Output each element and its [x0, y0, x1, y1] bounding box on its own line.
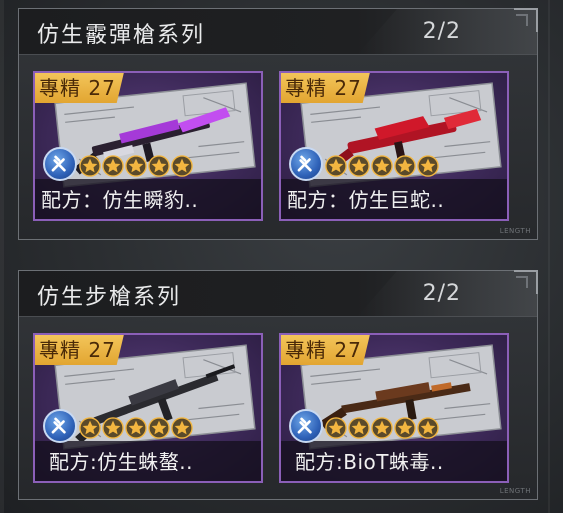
wrench-screwdriver-icon [289, 147, 323, 181]
star-icon [102, 155, 124, 177]
recipe-card[interactable]: 專精 27 配方:仿生蛛螯.. [33, 333, 263, 483]
wrench-screwdriver-icon [43, 409, 77, 443]
star-icon [371, 155, 393, 177]
star-icon [125, 155, 147, 177]
recipe-name: 配方:BioT蛛毒.. [295, 450, 444, 474]
recipe-name: 配方：仿生巨蛇.. [287, 188, 445, 212]
star-icon [171, 155, 193, 177]
star-icon [148, 155, 170, 177]
recipe-name: 配方：仿生瞬豹.. [41, 188, 199, 212]
star-rating [325, 417, 439, 439]
star-icon [325, 155, 347, 177]
panel-header: 仿生步槍系列 2/2 [19, 271, 537, 317]
shotgun-series-panel: 仿生霰彈槍系列 2/2 專精 27 配方：仿生瞬豹.. 專精 27 配方：仿生巨… [18, 8, 538, 240]
mastery-badge: 專精 27 [35, 335, 124, 365]
star-icon [371, 417, 393, 439]
length-tag: LENGTH [499, 227, 531, 235]
star-rating [325, 155, 439, 177]
mastery-badge: 專精 27 [281, 335, 370, 365]
recipe-card[interactable]: 專精 27 配方：仿生巨蛇.. [279, 71, 509, 221]
rifle-series-panel: 仿生步槍系列 2/2 專精 27 配方:仿生蛛螯.. 專精 27 配方:BioT… [18, 270, 538, 500]
corner-notch-icon [514, 8, 538, 32]
star-icon [79, 155, 101, 177]
star-icon [394, 155, 416, 177]
wrench-screwdriver-icon [43, 147, 77, 181]
star-icon [171, 417, 193, 439]
star-icon [325, 417, 347, 439]
panel-title: 仿生步槍系列 [37, 285, 182, 310]
star-icon [417, 417, 439, 439]
recipe-name: 配方:仿生蛛螯.. [49, 450, 193, 474]
star-icon [348, 417, 370, 439]
panel-count: 2/2 [422, 19, 461, 44]
star-icon [148, 417, 170, 439]
star-rating [79, 155, 193, 177]
star-icon [79, 417, 101, 439]
panel-header: 仿生霰彈槍系列 2/2 [19, 9, 537, 55]
star-icon [348, 155, 370, 177]
star-icon [417, 155, 439, 177]
star-icon [125, 417, 147, 439]
wrench-screwdriver-icon [289, 409, 323, 443]
star-icon [102, 417, 124, 439]
mastery-badge: 專精 27 [281, 73, 370, 103]
star-rating [79, 417, 193, 439]
star-icon [394, 417, 416, 439]
recipe-card[interactable]: 專精 27 配方:BioT蛛毒.. [279, 333, 509, 483]
panel-title: 仿生霰彈槍系列 [37, 23, 206, 48]
corner-notch-icon [514, 270, 538, 294]
panel-count: 2/2 [422, 281, 461, 306]
length-tag: LENGTH [499, 487, 531, 495]
recipe-card[interactable]: 專精 27 配方：仿生瞬豹.. [33, 71, 263, 221]
mastery-badge: 專精 27 [35, 73, 124, 103]
